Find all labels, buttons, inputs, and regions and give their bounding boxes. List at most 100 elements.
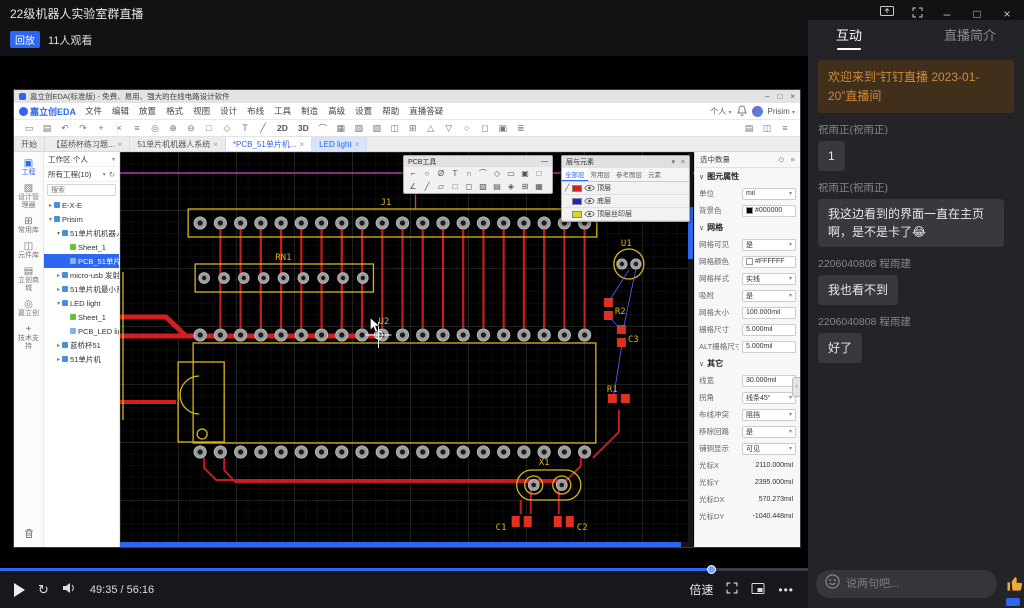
chat-input-pill[interactable] [816,570,997,598]
property-row[interactable]: ∨ 线宽 30.000mil ▾ [695,372,800,389]
menu-item[interactable]: 设计 [215,105,242,117]
close-icon[interactable]: × [1000,7,1014,21]
toolbar-icon[interactable]: ╱ [254,123,272,134]
property-row[interactable]: ∨ 其它 ▾ [695,355,800,372]
pcb-tool-icon[interactable]: □ [532,167,546,180]
layer-row[interactable]: ╱ 顶层丝印层 [562,208,689,221]
pcb-tool-icon[interactable]: ⊞ [518,180,532,193]
tree-caret[interactable]: ▸ [55,356,62,363]
pcb-tool-icon[interactable]: T [448,167,462,180]
tree-item[interactable]: ▸ micro-usb 发射 [44,268,119,282]
toolbar-icon[interactable]: ◎ [146,123,164,134]
tree-item[interactable]: ▾ LED light [44,296,119,310]
toolbar-icon[interactable]: ▭ [20,123,38,134]
tree-caret[interactable]: ▸ [55,286,62,293]
property-row[interactable]: ∨ 网格样式 实线 ▾ [695,270,800,287]
toolbar-icon[interactable]: ⌒ [314,122,332,135]
maximize-icon[interactable]: □ [970,7,984,21]
menu-item[interactable]: 放置 [134,105,161,117]
property-row[interactable]: ∨ 铺铜显示 可见 ▾ [695,440,800,457]
toolbar-icon[interactable]: T [236,123,254,133]
tab-close-icon[interactable]: × [300,140,305,149]
toolbar-icon[interactable]: × [110,123,128,133]
tab-close-icon[interactable]: × [118,140,123,149]
toolbar-icon[interactable]: ⊖ [182,123,200,134]
property-row[interactable]: ∨ 背景色 #000000 ▾ [695,202,800,219]
menu-item[interactable]: 制造 [296,105,323,117]
property-value[interactable]: 可见 ▾ [742,443,796,455]
pcb-tool-icon[interactable]: ▣ [518,167,532,180]
property-value[interactable]: #FFFFFF ▾ [742,256,796,268]
screen-share-icon[interactable] [880,6,894,21]
chat-tab[interactable]: 互动 [836,25,862,44]
tree-item[interactable]: PCB_51单片 [44,254,119,268]
property-value[interactable]: 2110.000mil ▾ [742,460,796,472]
h-scroll-thumb[interactable] [120,542,681,547]
layer-visibility-eye-icon[interactable] [584,184,595,192]
bell-icon[interactable] [737,105,747,118]
pcb-tool-icon[interactable]: ▦ [532,180,546,193]
property-value[interactable]: 5.000mil ▾ [742,341,796,353]
toolbar-icon[interactable]: ⊕ [164,123,182,134]
property-row[interactable]: ∨ 单位 mil ▾ [695,185,800,202]
pcb-canvas[interactable]: J1 RN1 U2 U1 R2 C3 R1 X1 C1 C2 [120,152,694,547]
menu-item[interactable]: 工具 [269,105,296,117]
sidebar-item[interactable]: ⊞ 常用库 [14,213,43,238]
property-value[interactable]: 线条45° ▾ [742,392,796,404]
eda-window-button[interactable]: × [790,92,795,101]
pcb-tool-icon[interactable]: ○ [420,167,434,180]
toolbar-icon[interactable]: △ [422,123,440,134]
pcb-tool-icon[interactable]: ◈ [504,180,518,193]
refresh-icon[interactable]: ↻ [38,582,49,598]
property-row[interactable]: ∨ 图元属性 ▾ [695,168,800,185]
toolbar-icon[interactable]: ▽ [440,123,458,134]
view-3d-button[interactable]: 3D [293,123,314,133]
emoji-icon[interactable] [825,574,840,594]
tree-caret[interactable]: ▸ [47,202,54,209]
toolbar-icon[interactable]: ≡ [776,123,794,133]
minimize-icon[interactable]: – [940,7,954,21]
speed-button[interactable]: 倍速 [689,581,713,598]
sidebar-item[interactable]: ◎ 嘉立创 [14,296,43,321]
tree-caret[interactable]: ▾ [55,230,62,237]
layers-tab[interactable]: 元素 [645,168,664,181]
document-tab[interactable]: LED light × [312,137,367,151]
property-row[interactable]: ∨ 光标DY -1040.448mil ▾ [695,508,800,525]
close-icon[interactable]: × [681,159,685,166]
pcb-tool-icon[interactable]: ∩ [462,167,476,180]
menu-item[interactable]: 编辑 [107,105,134,117]
filter-icon[interactable]: ⊙ [778,155,784,164]
menu-item[interactable]: 视图 [188,105,215,117]
toolbar-icon[interactable]: □ [200,123,218,133]
menu-item[interactable]: 布线 [242,105,269,117]
property-value[interactable]: mil ▾ [742,188,796,200]
player-fullscreen-icon[interactable] [726,581,738,599]
workspace-selector[interactable]: 工作区·个人▾ [44,152,119,167]
toolbar-icon[interactable]: ▤ [740,123,758,134]
toolbar-icon[interactable]: ▤ [38,123,56,134]
property-row[interactable]: ∨ 光标DX 570.273mil ▾ [695,491,800,508]
document-tab[interactable]: 【蓝桥杯练习题... × [45,137,130,151]
tree-caret[interactable]: ▸ [55,272,62,279]
property-value[interactable]: 是 ▾ [742,239,796,251]
tree-item[interactable]: ▾ Prisim [44,212,119,226]
layers-tab[interactable]: 参考图层 [613,168,645,181]
toolbar-icon[interactable]: + [92,123,110,133]
layer-visibility-eye-icon[interactable] [584,210,595,218]
projects-selector[interactable]: 所有工程(10) ▾↻ [44,167,119,182]
pcb-tool-icon[interactable]: ╱ [420,180,434,193]
property-value[interactable]: 是 ▾ [742,290,796,302]
menu-item[interactable]: 文件 [80,105,107,117]
pcb-tool-icon[interactable]: ◇ [490,167,504,180]
tree-item[interactable]: Sheet_1 [44,310,119,324]
property-row[interactable]: ∨ 网格 ▾ [695,219,800,236]
property-value[interactable]: 实线 ▾ [742,273,796,285]
document-tab[interactable]: 开始 × [14,137,45,151]
menu-item[interactable]: 设置 [350,105,377,117]
property-value[interactable]: 570.273mil ▾ [742,494,796,506]
property-value[interactable]: 30.000mil ▾ [742,375,796,387]
toolbar-icon[interactable]: ↶ [56,123,74,134]
property-row[interactable]: ∨ 移除回路 是 ▾ [695,423,800,440]
pcb-tool-icon[interactable]: □ [448,180,462,193]
username-menu[interactable]: Prisim ▾ [768,107,795,116]
